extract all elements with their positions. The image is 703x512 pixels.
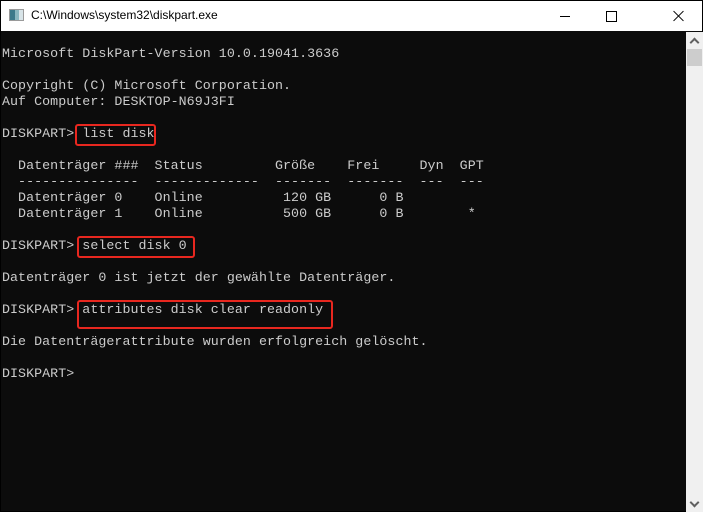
highlight-box-attributes [77, 300, 333, 329]
close-icon [673, 10, 685, 22]
close-button[interactable] [656, 1, 702, 31]
minimize-icon [560, 15, 570, 17]
maximize-icon [605, 10, 617, 22]
console-line-computer: Auf Computer: DESKTOP-N69J3FI [2, 94, 235, 109]
chevron-up-icon [689, 37, 700, 47]
disk-table-row: Datenträger 0 Online 120 GB 0 B [2, 190, 404, 205]
minimize-button[interactable] [542, 1, 588, 31]
highlight-box-list-disk [75, 124, 156, 146]
chevron-down-icon [689, 497, 700, 507]
disk-table-row: Datenträger 1 Online 500 GB 0 B * [2, 206, 476, 221]
console-prompt-current[interactable]: DISKPART> [2, 366, 82, 382]
maximize-button[interactable] [588, 1, 634, 31]
scroll-down-button[interactable] [686, 496, 703, 512]
title-bar[interactable]: C:\Windows\system32\diskpart.exe [1, 1, 702, 31]
console-app-icon [9, 9, 24, 21]
console-line-select-result: Datenträger 0 ist jetzt der gewählte Dat… [2, 270, 396, 285]
console-output[interactable]: Microsoft DiskPart-Version 10.0.19041.36… [2, 32, 686, 511]
console-line-copyright: Copyright (C) Microsoft Corporation. [2, 78, 292, 93]
scroll-up-button[interactable] [686, 32, 703, 48]
console-line-version: Microsoft DiskPart-Version 10.0.19041.36… [2, 46, 340, 61]
console-window: C:\Windows\system32\diskpart.exe Microso… [0, 0, 703, 512]
highlight-box-select-disk [77, 236, 195, 258]
scrollbar-thumb[interactable] [687, 49, 702, 66]
console-line-attributes-result: Die Datenträgerattribute wurden erfolgre… [2, 334, 428, 349]
window-title: C:\Windows\system32\diskpart.exe [31, 8, 218, 22]
disk-table-separator: --------------- ------------- ------- --… [2, 174, 484, 189]
disk-table-header: Datenträger ### Status Größe Frei Dyn GP… [2, 158, 484, 173]
vertical-scrollbar[interactable] [686, 32, 703, 512]
